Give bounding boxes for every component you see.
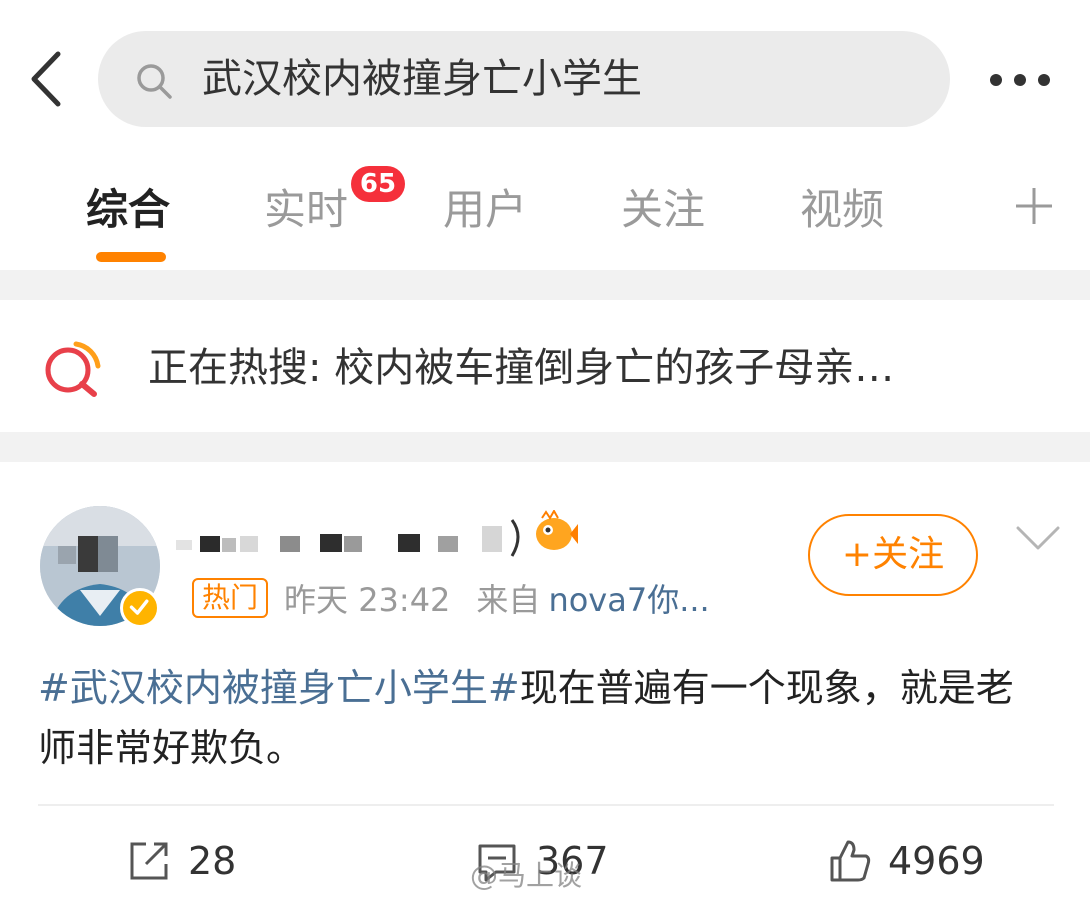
- vip-icon: [536, 510, 578, 550]
- watermark: @马上谈: [470, 859, 583, 892]
- username[interactable]: [176, 512, 526, 568]
- divider: [38, 804, 1054, 806]
- tab-comprehensive[interactable]: 综合: [86, 182, 170, 238]
- tab-following[interactable]: 关注: [621, 182, 705, 238]
- tab-bar: 综合 实时 用户 关注 视频: [0, 148, 1090, 270]
- like-button[interactable]: 4969: [826, 836, 985, 886]
- hot-search-icon: [45, 341, 101, 397]
- more-icon: [990, 74, 1002, 86]
- back-arrow-icon: [31, 51, 61, 107]
- top-bar: 武汉校内被撞身亡小学生: [0, 0, 1090, 148]
- search-input[interactable]: 武汉校内被撞身亡小学生: [98, 31, 950, 127]
- hot-tag: 热门: [192, 578, 269, 618]
- post-meta: 热门 昨天 23:42 来自 nova7你...: [192, 574, 710, 622]
- post-source[interactable]: nova7你...: [548, 575, 709, 621]
- share-icon: [130, 842, 168, 880]
- share-button[interactable]: 28: [126, 836, 236, 886]
- chevron-down-icon[interactable]: [1014, 520, 1062, 556]
- post-hashtag[interactable]: #武汉校内被撞身亡小学生#: [38, 666, 520, 710]
- hot-search-banner[interactable]: 正在热搜: 校内被车撞倒身亡的孩子母亲…: [0, 300, 1090, 432]
- section-separator: [0, 270, 1090, 300]
- like-icon: [830, 840, 871, 882]
- search-icon: [137, 64, 172, 99]
- tab-video[interactable]: 视频: [800, 182, 884, 238]
- realtime-count-badge: 65: [351, 166, 405, 202]
- hot-search-text: 正在热搜: 校内被车撞倒身亡的孩子母亲…: [148, 345, 895, 391]
- search-query: 武汉校内被撞身亡小学生: [202, 56, 642, 102]
- share-count: 28: [188, 839, 237, 883]
- more-button[interactable]: [982, 60, 1058, 100]
- post-time: 昨天 23:42: [284, 581, 451, 619]
- verified-icon: [120, 588, 160, 628]
- section-separator: [0, 432, 1090, 462]
- like-count: 4969: [888, 839, 985, 883]
- source-label: 来自: [476, 581, 541, 619]
- plus-icon[interactable]: [1012, 184, 1056, 228]
- active-tab-indicator: [96, 252, 166, 262]
- post-content: #武汉校内被撞身亡小学生#现在普遍有一个现象，就是老师非常好欺负。: [38, 658, 1048, 778]
- tab-realtime[interactable]: 实时: [264, 182, 348, 238]
- back-button[interactable]: [22, 44, 72, 114]
- follow-button[interactable]: +关注: [808, 514, 978, 596]
- tab-users[interactable]: 用户: [443, 182, 527, 238]
- post-card: +关注 热门 昨天 23:42 来自 nova7你... #武汉校内被撞身亡小学…: [0, 462, 1090, 899]
